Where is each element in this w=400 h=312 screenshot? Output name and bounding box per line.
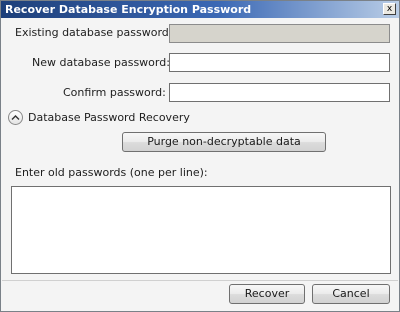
title-bar: Recover Database Encryption Password x — [1, 1, 399, 18]
cancel-button[interactable]: Cancel — [312, 284, 390, 304]
old-passwords-textarea[interactable] — [11, 186, 391, 274]
close-button[interactable]: x — [383, 3, 396, 15]
footer-divider — [2, 280, 398, 281]
new-password-field[interactable] — [169, 53, 390, 72]
dialog-title: Recover Database Encryption Password — [5, 3, 252, 16]
recover-button[interactable]: Recover — [229, 284, 305, 304]
close-icon: x — [386, 4, 393, 14]
new-password-label: New database password: — [32, 56, 170, 69]
old-passwords-label: Enter old passwords (one per line): — [15, 166, 208, 179]
existing-password-field[interactable] — [169, 24, 390, 43]
existing-password-label: Existing database password: — [15, 26, 173, 39]
confirm-password-field[interactable] — [169, 83, 390, 102]
confirm-password-label: Confirm password: — [63, 86, 166, 99]
recover-password-dialog: Recover Database Encryption Password x E… — [0, 0, 400, 312]
password-recovery-label: Database Password Recovery — [28, 110, 190, 124]
purge-data-button[interactable]: Purge non-decryptable data — [122, 132, 326, 152]
chevron-up-icon — [8, 109, 23, 125]
password-recovery-toggle[interactable]: Database Password Recovery — [8, 109, 190, 125]
